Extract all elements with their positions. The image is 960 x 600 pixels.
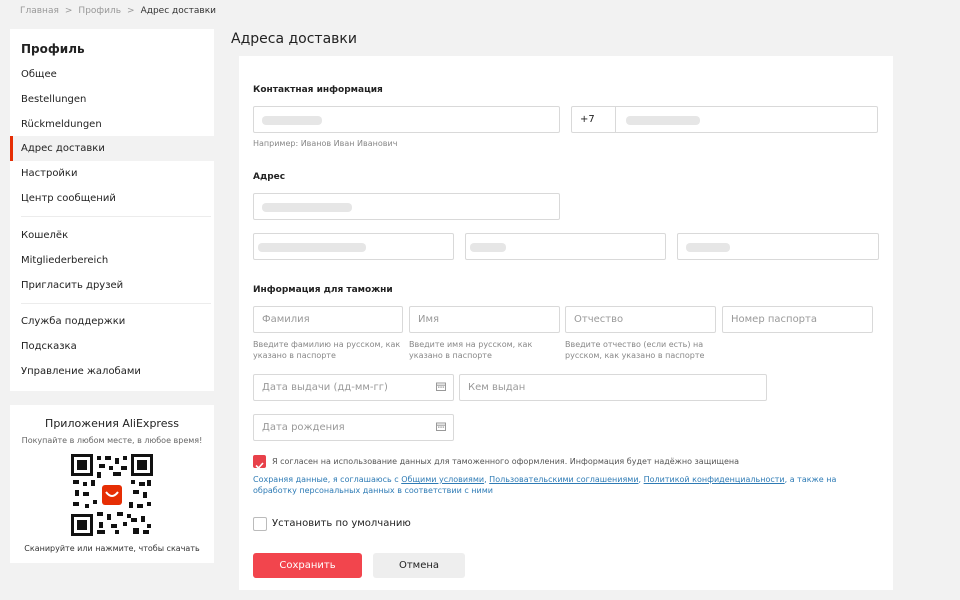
calendar-icon[interactable] [436, 422, 446, 431]
breadcrumb: Главная > Профиль > Адрес доставки [20, 6, 216, 16]
first-name-hint: Введите имя на русском, как указано в па… [409, 340, 533, 360]
customs-heading: Информация для таможни [253, 285, 393, 295]
surname-input[interactable] [253, 306, 403, 333]
patronymic-input[interactable] [565, 306, 716, 333]
apps-subtitle: Покупайте в любом месте, в любое время! [21, 436, 203, 445]
contact-name-field[interactable] [253, 106, 560, 133]
set-default-label: Установить по умолчанию [272, 518, 411, 529]
calendar-icon[interactable] [436, 382, 446, 391]
street-field[interactable] [253, 193, 560, 220]
apps-title: Приложения AliExpress [45, 417, 179, 430]
breadcrumb-separator: > [127, 6, 135, 16]
phone-prefix[interactable]: +7 [572, 107, 616, 132]
sidebar-item-complaints[interactable]: Управление жалобами [10, 359, 214, 384]
contact-name-hint: Например: Иванов Иван Иванович [253, 139, 398, 148]
sidebar-divider [21, 216, 211, 217]
breadcrumb-current: Адрес доставки [140, 6, 217, 16]
save-button[interactable]: Сохранить [253, 553, 362, 578]
issue-date-wrapper [253, 374, 454, 401]
city-field[interactable] [253, 233, 454, 260]
set-default-checkbox[interactable] [253, 517, 267, 531]
breadcrumb-home[interactable]: Главная [20, 6, 59, 16]
redacted-value [262, 203, 352, 212]
sidebar-item-orders[interactable]: Bestellungen [10, 87, 214, 112]
sidebar: Профиль Общее Bestellungen Rückmeldungen… [10, 29, 214, 391]
postal-code-field[interactable] [677, 233, 879, 260]
apps-footer: Сканируйте или нажмите, чтобы скачать [24, 544, 200, 553]
redacted-value [470, 243, 506, 252]
sidebar-title: Профиль [21, 42, 85, 56]
sidebar-item-invite-friends[interactable]: Пригласить друзей [10, 273, 214, 298]
breadcrumb-profile[interactable]: Профиль [78, 6, 121, 16]
redacted-value [262, 116, 322, 125]
terms-link[interactable]: Общими условиями [401, 475, 484, 484]
sidebar-item-feedback[interactable]: Rückmeldungen [10, 112, 214, 137]
sidebar-item-shipping-address[interactable]: Адрес доставки [10, 136, 214, 161]
birth-date-wrapper [253, 414, 454, 441]
qr-code-icon[interactable] [71, 454, 153, 536]
sidebar-item-message-center[interactable]: Центр сообщений [10, 186, 214, 211]
redacted-value [686, 243, 730, 252]
consent-prefix: Сохраняя данные, я соглашаюсь с [253, 475, 402, 484]
customs-consent-label: Я согласен на использование данных для т… [272, 457, 740, 466]
issued-by-input[interactable] [459, 374, 767, 401]
redacted-value [626, 116, 700, 125]
sidebar-item-general[interactable]: Общее [10, 62, 214, 87]
sidebar-item-help[interactable]: Подсказка [10, 334, 214, 359]
page-title: Адреса доставки [231, 31, 357, 47]
birth-date-input[interactable] [253, 414, 454, 441]
sidebar-divider [21, 303, 211, 304]
app-download-card: Приложения AliExpress Покупайте в любом … [10, 405, 214, 563]
privacy-policy-link[interactable]: Политикой конфиденциальности [644, 475, 785, 484]
surname-hint: Введите фамилию на русском, как указано … [253, 340, 401, 360]
breadcrumb-separator: > [64, 6, 73, 16]
passport-number-input[interactable] [722, 306, 873, 333]
redacted-value [258, 243, 366, 252]
sidebar-item-membership[interactable]: Mitgliederbereich [10, 248, 214, 273]
contact-heading: Контактная информация [253, 85, 383, 95]
region-field[interactable] [465, 233, 666, 260]
address-heading: Адрес [253, 172, 286, 182]
sidebar-item-settings[interactable]: Настройки [10, 161, 214, 186]
user-agreements-link[interactable]: Пользовательскими соглашениями [489, 475, 638, 484]
patronymic-hint: Введите отчество (если есть) на русском,… [565, 340, 705, 360]
consent-text: Сохраняя данные, я соглашаюсь с Общими у… [253, 474, 863, 496]
first-name-input[interactable] [409, 306, 560, 333]
sidebar-item-support[interactable]: Служба поддержки [10, 309, 214, 334]
phone-field[interactable]: +7 [571, 106, 878, 133]
checkmark-icon [255, 462, 264, 470]
issue-date-input[interactable] [253, 374, 454, 401]
customs-consent-checkbox[interactable] [253, 455, 266, 470]
sidebar-item-wallet[interactable]: Кошелёк [10, 223, 214, 248]
cancel-button[interactable]: Отмена [373, 553, 465, 578]
